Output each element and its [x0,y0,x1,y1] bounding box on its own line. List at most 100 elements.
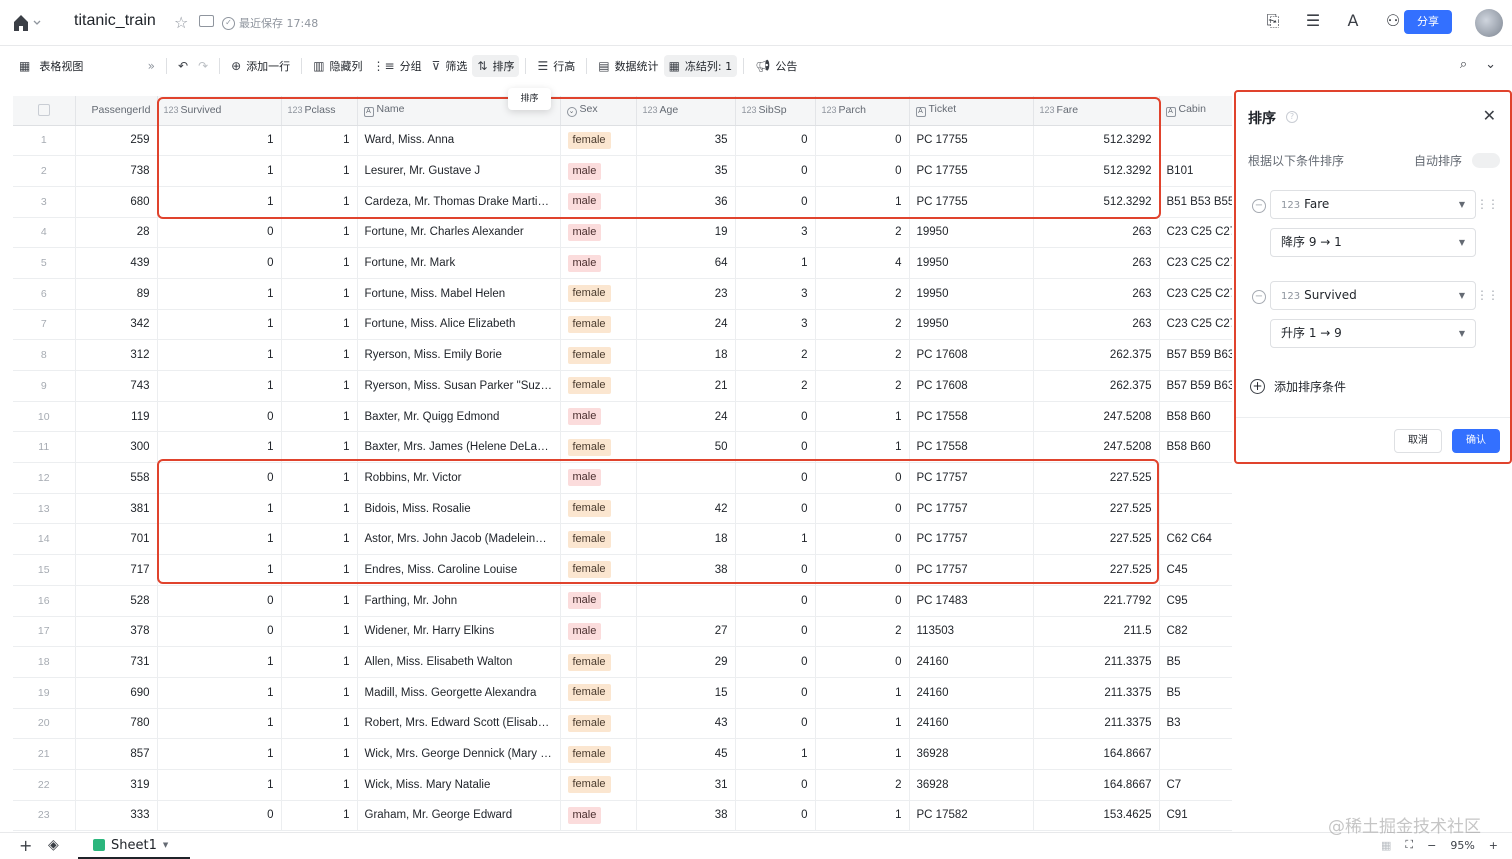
column-header-sex[interactable]: ⌄ Sex [560,96,637,126]
table-cell-cabin[interactable]: C23 C25 C27 [1159,309,1232,341]
table-cell-parch[interactable]: 2 [815,370,910,402]
table-cell-sibsp[interactable]: 0 [735,462,816,494]
column-header-passengerid[interactable]: PassengerId [75,96,158,126]
table-cell-parch[interactable]: 1 [815,677,910,709]
table-row[interactable]: 14 701 1 1 Astor, Mrs. John Jacob (Madeleine… [13,523,1232,556]
table-cell-parch[interactable]: 0 [815,155,910,187]
table-cell-survived[interactable]: 1 [157,125,282,157]
table-cell-pclass[interactable]: 1 [281,462,358,494]
row-index[interactable]: 10 [13,401,76,433]
table-cell-sibsp[interactable]: 0 [735,401,816,433]
table-row[interactable]: 15 717 1 1 Endres, Miss. Caroline Louise fema… [13,554,1232,586]
add-row-button[interactable]: ⊕ 添加一行 [226,55,295,77]
table-cell-fare[interactable]: 211.5 [1033,616,1160,648]
table-cell-ticket[interactable]: PC 17755 [909,155,1034,187]
column-header-cabin[interactable]: A Cabin [1159,96,1232,126]
column-header-age[interactable]: 123 Age [636,96,736,126]
table-cell-fare[interactable]: 211.3375 [1033,677,1160,709]
table-cell-parch[interactable]: 0 [815,462,910,494]
table-cell-parch[interactable]: 0 [815,125,910,157]
table-cell-parch[interactable]: 2 [815,339,910,371]
row-index[interactable]: 17 [13,616,76,648]
group-button[interactable]: ⋮≡ 分组 [368,55,427,77]
table-cell-cabin[interactable]: C23 C25 C27 [1159,278,1232,310]
row-index[interactable]: 7 [13,309,76,341]
table-cell-sex[interactable]: female [560,370,637,402]
table-cell-parch[interactable]: 1 [815,708,910,740]
table-cell-age[interactable]: 36 [636,186,736,218]
table-cell-sibsp[interactable]: 0 [735,493,816,525]
column-header-pclass[interactable]: 123 Pclass [281,96,358,126]
table-cell-parch[interactable]: 2 [815,217,910,249]
table-cell-age[interactable]: 43 [636,708,736,740]
table-cell-sex[interactable]: male [560,186,637,218]
table-cell-cabin[interactable]: B57 B59 B63 [1159,339,1232,371]
table-cell-fare[interactable]: 227.525 [1033,554,1160,586]
table-cell-cabin[interactable] [1159,462,1232,494]
table-cell-sibsp[interactable]: 1 [735,247,816,279]
table-cell-name[interactable]: Fortune, Mr. Charles Alexander [357,217,561,249]
table-cell-cabin[interactable]: B58 B60 [1159,431,1232,464]
table-cell-ticket[interactable]: PC 17558 [909,431,1034,464]
table-cell-survived[interactable]: 0 [157,462,282,494]
column-header-sibsp[interactable]: 123 SibSp [735,96,816,126]
table-cell-passengerid[interactable]: 743 [75,370,158,402]
search-icon[interactable]: ⌕ [1460,57,1467,72]
table-cell-sex[interactable]: female [560,523,637,556]
view-selector[interactable]: ▦ 表格视图 » [14,55,160,77]
table-cell-sibsp[interactable]: 0 [735,769,816,801]
table-cell-fare[interactable]: 211.3375 [1033,708,1160,740]
table-cell-sibsp[interactable]: 3 [735,278,816,310]
table-cell-sibsp[interactable]: 0 [735,554,816,586]
table-cell-parch[interactable]: 1 [815,431,910,464]
table-cell-sex[interactable]: female [560,738,637,770]
table-cell-passengerid[interactable]: 259 [75,125,158,157]
table-cell-survived[interactable]: 1 [157,708,282,740]
auto-sort-toggle[interactable] [1472,153,1500,168]
document-title[interactable]: titanic_train [74,12,156,30]
table-cell-sibsp[interactable]: 0 [735,155,816,187]
table-cell-sex[interactable]: female [560,309,637,341]
table-cell-fare[interactable]: 227.525 [1033,523,1160,556]
table-cell-fare[interactable]: 247.5208 [1033,401,1160,433]
row-index[interactable]: 11 [13,431,76,464]
star-icon[interactable]: ☆ [174,13,188,32]
table-cell-cabin[interactable]: C45 [1159,554,1232,586]
table-row[interactable]: 8 312 1 1 Ryerson, Miss. Emily Borie female 18… [13,339,1232,371]
table-cell-name[interactable]: Graham, Mr. George Edward [357,800,561,832]
table-cell-sibsp[interactable]: 0 [735,677,816,709]
table-cell-cabin[interactable]: B5 [1159,646,1232,678]
table-cell-survived[interactable]: 0 [157,800,282,832]
table-cell-parch[interactable]: 1 [815,738,910,770]
table-cell-cabin[interactable]: B101 [1159,155,1232,187]
table-cell-survived[interactable]: 1 [157,431,282,464]
table-cell-passengerid[interactable]: 28 [75,217,158,249]
sort-order-select-1[interactable]: 降序 9 → 1 ▼ [1270,228,1476,257]
table-row[interactable]: 6 89 1 1 Fortune, Miss. Mabel Helen female 23 3… [13,278,1232,310]
table-cell-passengerid[interactable]: 528 [75,585,158,617]
table-cell-sibsp[interactable]: 0 [735,708,816,740]
table-cell-name[interactable]: Baxter, Mrs. James (Helene DeLaud... [357,431,561,464]
table-cell-survived[interactable]: 1 [157,769,282,801]
table-cell-pclass[interactable]: 1 [281,401,358,433]
table-cell-survived[interactable]: 0 [157,401,282,433]
table-cell-ticket[interactable]: 36928 [909,738,1034,770]
table-cell-cabin[interactable]: B3 [1159,708,1232,740]
table-cell-sibsp[interactable]: 1 [735,523,816,556]
table-cell-parch[interactable]: 1 [815,401,910,433]
undo-button[interactable]: ↶ [173,56,193,76]
table-cell-pclass[interactable]: 1 [281,738,358,770]
table-cell-passengerid[interactable]: 701 [75,523,158,556]
table-cell-name[interactable]: Robbins, Mr. Victor [357,462,561,494]
user-settings-icon[interactable]: ⚇ [1384,12,1402,30]
table-row[interactable]: 16 528 0 1 Farthing, Mr. John male 0 0 PC 17483 2… [13,585,1232,617]
close-icon[interactable]: ✕ [1483,106,1496,125]
table-cell-passengerid[interactable]: 319 [75,769,158,801]
table-cell-sex[interactable]: female [560,677,637,709]
table-cell-age[interactable]: 18 [636,523,736,556]
table-cell-sex[interactable]: male [560,462,637,494]
fit-screen-icon[interactable]: ⛶ [1405,838,1413,852]
confirm-button[interactable]: 确认 [1452,429,1500,453]
row-index[interactable]: 20 [13,708,76,740]
grid-icon[interactable]: ▦ [1381,839,1391,852]
